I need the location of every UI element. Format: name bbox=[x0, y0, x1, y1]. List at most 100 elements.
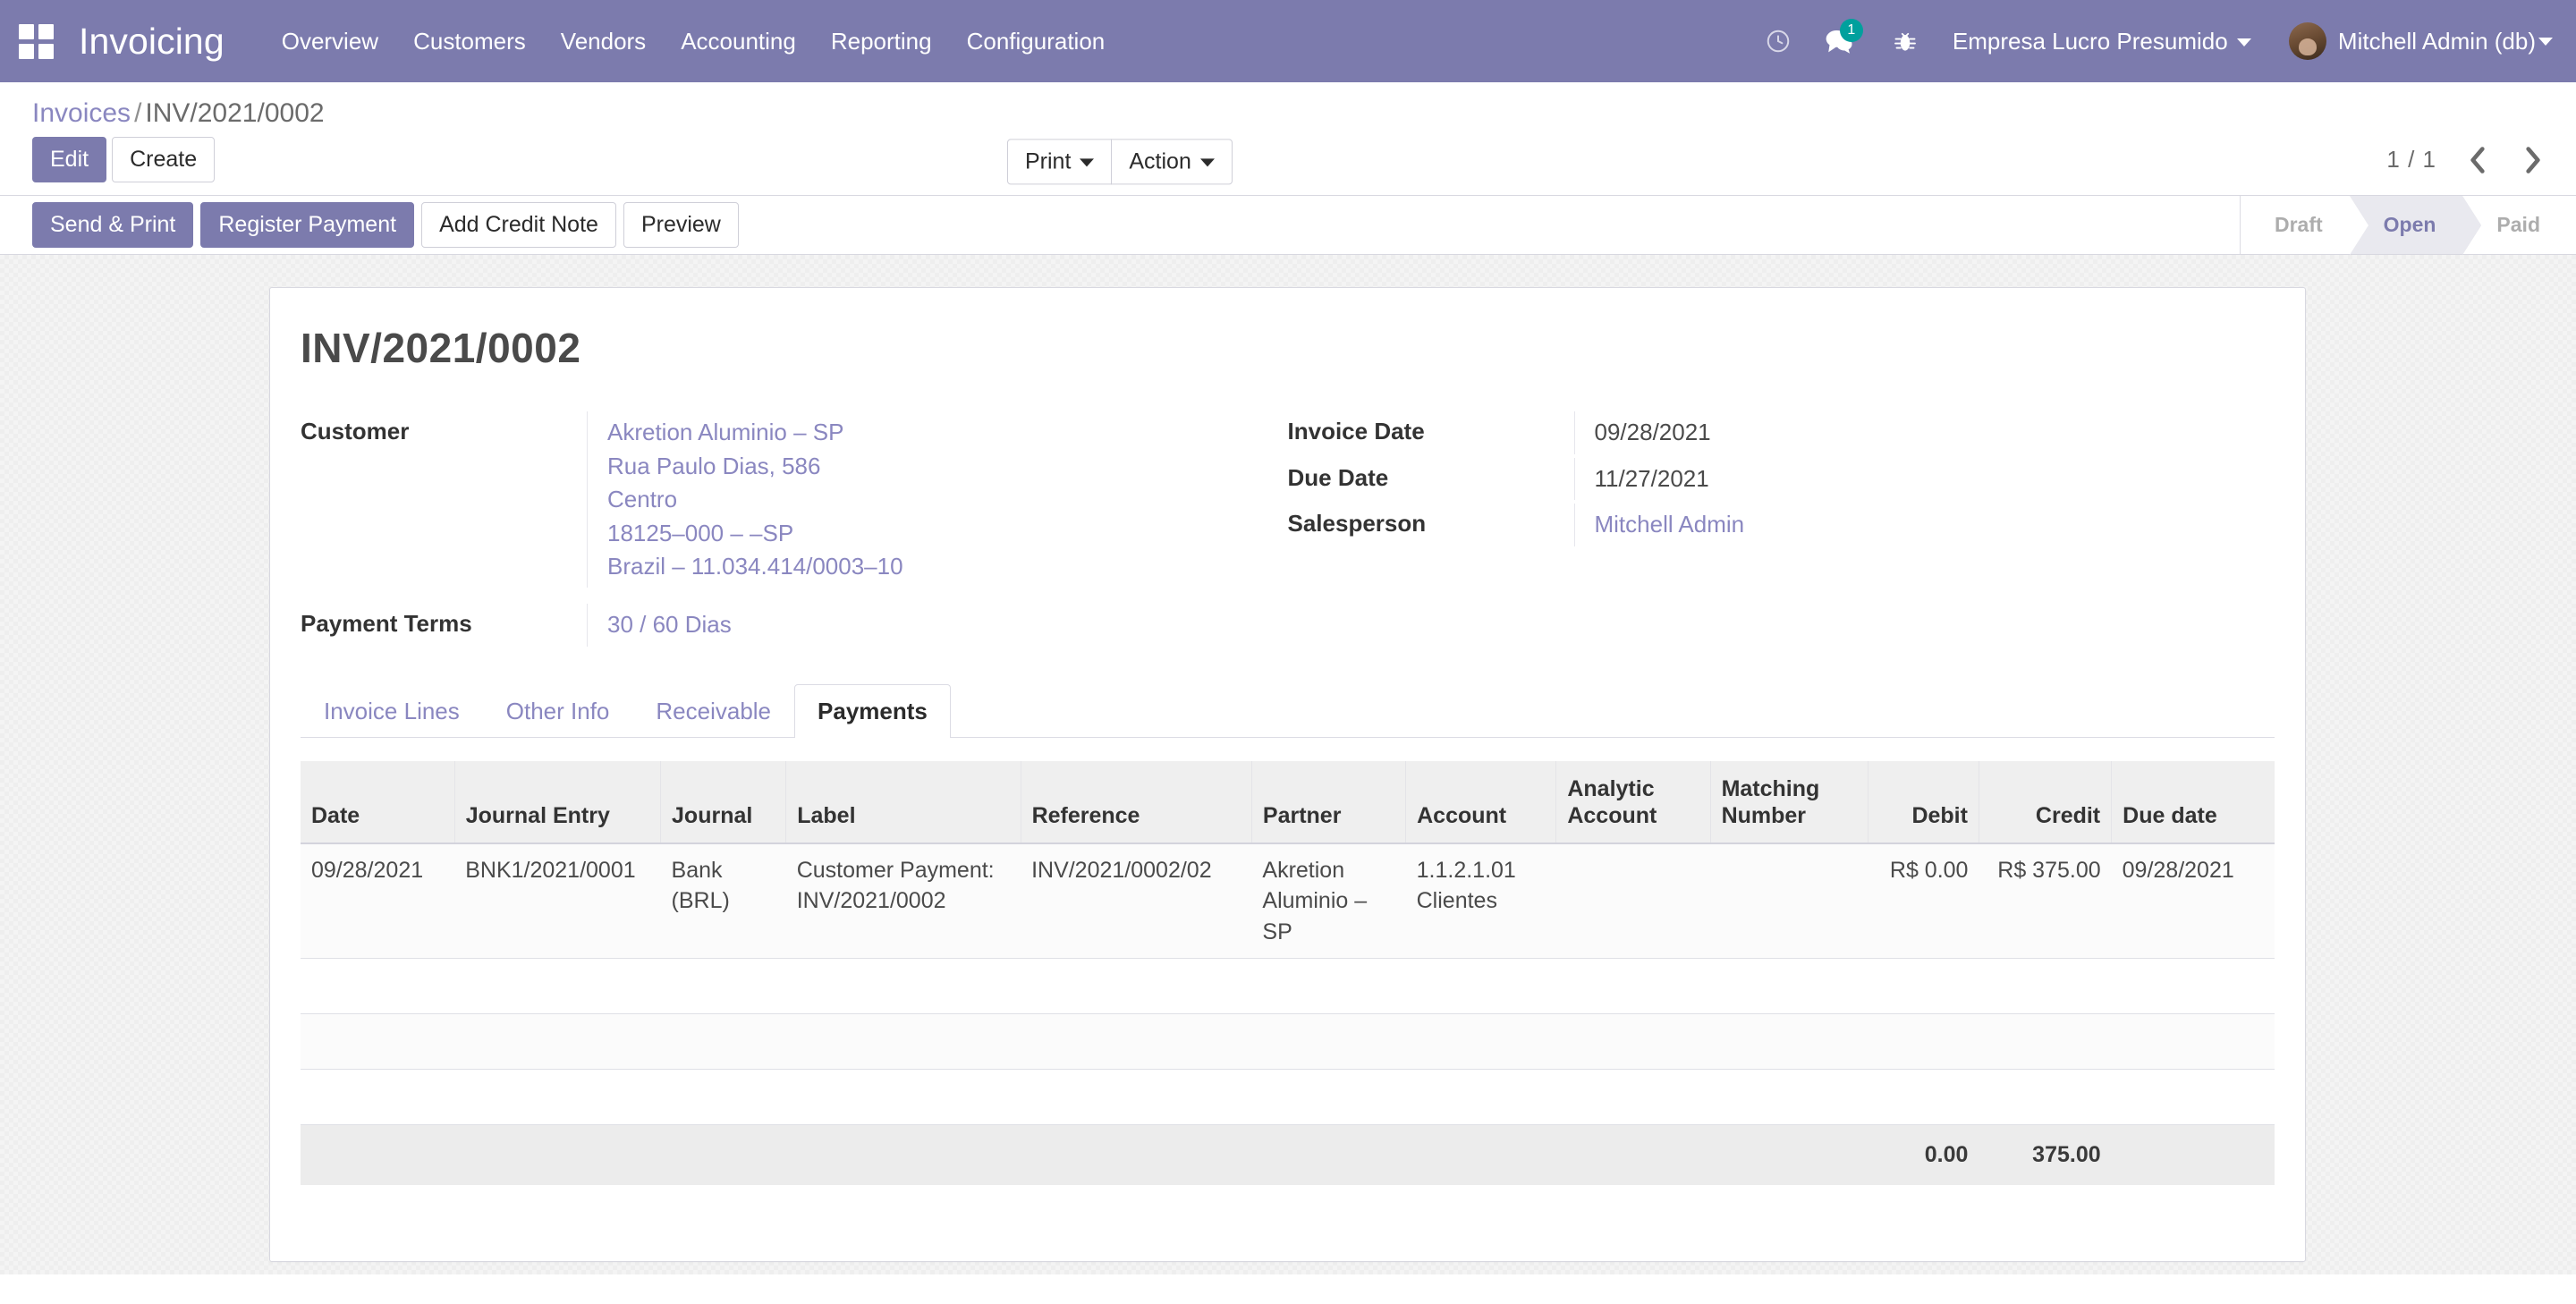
preview-button[interactable]: Preview bbox=[623, 202, 739, 249]
print-dropdown-button[interactable]: Print bbox=[1007, 139, 1113, 185]
col-header-journal[interactable]: Journal bbox=[660, 760, 787, 844]
col-header-debit[interactable]: Debit bbox=[1868, 760, 1979, 844]
field-salesperson-label: Salesperson bbox=[1287, 510, 1427, 538]
add-credit-note-button[interactable]: Add Credit Note bbox=[421, 202, 616, 249]
field-due-date-value: 11/27/2021 bbox=[1573, 457, 2275, 501]
menu-item-overview[interactable]: Overview bbox=[280, 22, 380, 61]
menu-item-reporting[interactable]: Reporting bbox=[829, 22, 934, 61]
table-totals-row: 0.00 375.00 bbox=[301, 1124, 2275, 1185]
app-brand-title: Invoicing bbox=[79, 20, 225, 62]
chevron-left-icon[interactable] bbox=[2458, 140, 2497, 180]
customer-line-zip-state: 18125–000 – –SP bbox=[607, 519, 794, 546]
cell-due-date: 09/28/2021 bbox=[2111, 843, 2275, 960]
tab-receivable[interactable]: Receivable bbox=[632, 684, 794, 738]
invoice-sheet: INV/2021/0002 Customer Akretion Aluminio… bbox=[269, 287, 2306, 1263]
field-salesperson-value[interactable]: Mitchell Admin bbox=[1573, 504, 2275, 546]
control-panel: Invoices / INV/2021/0002 Edit Create Print… bbox=[0, 82, 2576, 197]
col-header-date[interactable]: Date bbox=[301, 760, 455, 844]
menu-item-customers[interactable]: Customers bbox=[411, 22, 528, 61]
header-field-groups: Customer Akretion Aluminio – SP Rua Paul… bbox=[301, 411, 2275, 650]
print-label: Print bbox=[1025, 148, 1072, 174]
header-left-group: Customer Akretion Aluminio – SP Rua Paul… bbox=[301, 411, 1288, 650]
action-dropdown-button[interactable]: Action bbox=[1111, 139, 1233, 185]
col-header-label[interactable]: Label bbox=[785, 760, 1021, 844]
empty-row bbox=[301, 1069, 2275, 1126]
main-menu: Overview Customers Vendors Accounting Re… bbox=[280, 22, 1107, 61]
field-due-date-label: Due Date bbox=[1287, 463, 1389, 491]
payments-list-container: Date Journal Entry Journal Label Referen… bbox=[301, 760, 2275, 1185]
send-and-print-button[interactable]: Send & Print bbox=[32, 202, 194, 249]
col-header-account[interactable]: Account bbox=[1405, 760, 1557, 844]
field-customer: Customer Akretion Aluminio – SP Rua Paul… bbox=[301, 411, 1288, 588]
notebook-tabs: Invoice Lines Other Info Receivable Paym… bbox=[301, 683, 2275, 738]
cell-journal-entry: BNK1/2021/0001 bbox=[454, 843, 661, 960]
tab-other-info[interactable]: Other Info bbox=[483, 684, 633, 738]
register-payment-button[interactable]: Register Payment bbox=[200, 202, 415, 249]
col-header-due-date[interactable]: Due date bbox=[2111, 760, 2275, 844]
col-header-matching-number[interactable]: Matching Number bbox=[1710, 760, 1868, 844]
chevron-down-icon bbox=[1199, 157, 1215, 166]
field-invoice-date: Invoice Date 09/28/2021 bbox=[1287, 411, 2275, 454]
chat-bubble-icon[interactable]: 1 bbox=[1815, 17, 1863, 65]
user-avatar bbox=[2288, 22, 2326, 60]
chevron-down-icon bbox=[2236, 38, 2251, 47]
table-row[interactable]: 09/28/2021 BNK1/2021/0001 Bank (BRL) Cus… bbox=[301, 843, 2275, 960]
user-menu[interactable]: Mitchell Admin (db) bbox=[2288, 22, 2553, 60]
bug-icon[interactable] bbox=[1881, 17, 1929, 65]
invoice-notebook: Invoice Lines Other Info Receivable Paym… bbox=[301, 683, 2275, 1185]
cell-debit: R$ 0.00 bbox=[1868, 843, 1979, 960]
chevron-down-icon bbox=[2538, 37, 2553, 46]
field-payment-terms-label: Payment Terms bbox=[301, 610, 472, 638]
tab-payments[interactable]: Payments bbox=[794, 683, 951, 738]
field-invoice-date-label: Invoice Date bbox=[1287, 418, 1425, 445]
field-payment-terms-value[interactable]: 30 / 60 Dias bbox=[587, 604, 1288, 647]
company-switcher[interactable]: Empresa Lucro Presumido bbox=[1953, 28, 2251, 55]
cell-date: 09/28/2021 bbox=[301, 843, 455, 960]
edit-create-group: Edit Create bbox=[32, 137, 216, 183]
field-customer-value[interactable]: Akretion Aluminio – SP Rua Paulo Dias, 5… bbox=[587, 411, 1288, 588]
edit-button[interactable]: Edit bbox=[32, 137, 107, 183]
col-header-reference[interactable]: Reference bbox=[1021, 760, 1252, 844]
tab-invoice-lines[interactable]: Invoice Lines bbox=[301, 684, 483, 738]
page-title: INV/2021/0002 bbox=[301, 325, 581, 372]
menu-item-accounting[interactable]: Accounting bbox=[679, 22, 798, 61]
apps-grid-icon[interactable] bbox=[16, 21, 55, 61]
breadcrumb-invoices-link[interactable]: Invoices bbox=[32, 98, 131, 128]
status-draft[interactable]: Draft bbox=[2240, 196, 2368, 256]
total-debit: 0.00 bbox=[1868, 1124, 1979, 1185]
customer-line-street: Rua Paulo Dias, 586 bbox=[607, 452, 821, 479]
action-label: Action bbox=[1129, 148, 1191, 174]
messages-count-badge: 1 bbox=[1839, 19, 1863, 42]
top-navbar: Invoicing Overview Customers Vendors Acc… bbox=[0, 0, 2576, 82]
menu-item-configuration[interactable]: Configuration bbox=[965, 22, 1107, 61]
field-customer-label: Customer bbox=[301, 418, 410, 445]
status-open-label: Open bbox=[2383, 213, 2436, 237]
cell-matching-number bbox=[1710, 843, 1868, 960]
empty-row bbox=[301, 1013, 2275, 1071]
cell-reference: INV/2021/0002/02 bbox=[1021, 843, 1252, 960]
record-pager: 1 / 1 bbox=[2386, 140, 2553, 180]
pager-value: 1 / 1 bbox=[2386, 146, 2436, 174]
col-header-analytic-account[interactable]: Analytic Account bbox=[1555, 760, 1711, 844]
user-name-label: Mitchell Admin (db) bbox=[2337, 27, 2536, 55]
cell-partner: Akretion Aluminio – SP bbox=[1251, 843, 1406, 960]
clock-activity-icon[interactable] bbox=[1754, 17, 1802, 65]
col-header-credit[interactable]: Credit bbox=[1979, 760, 2113, 844]
total-credit: 375.00 bbox=[1979, 1124, 2112, 1185]
col-header-journal-entry[interactable]: Journal Entry bbox=[454, 760, 662, 844]
status-paid-label: Paid bbox=[2496, 213, 2540, 237]
field-salesperson: Salesperson Mitchell Admin bbox=[1288, 504, 2275, 546]
breadcrumb-separator: / bbox=[134, 98, 142, 128]
chevron-right-icon[interactable] bbox=[2513, 140, 2553, 180]
cell-label: Customer Payment: INV/2021/0002 bbox=[785, 843, 1021, 960]
breadcrumb-current: INV/2021/0002 bbox=[145, 98, 325, 128]
navbar-right-tools: 1 Empresa Lucro Presumido Mitchell Admin… bbox=[1754, 17, 2553, 65]
menu-item-vendors[interactable]: Vendors bbox=[559, 22, 648, 61]
cell-account: 1.1.2.1.01 Clientes bbox=[1405, 843, 1556, 960]
form-view-background: INV/2021/0002 Customer Akretion Aluminio… bbox=[0, 255, 2576, 1275]
payments-table: Date Journal Entry Journal Label Referen… bbox=[301, 760, 2275, 1185]
statusbar-row: Send & Print Register Payment Add Credit… bbox=[0, 196, 2576, 256]
cell-analytic-account bbox=[1555, 843, 1711, 960]
create-button[interactable]: Create bbox=[112, 137, 216, 183]
col-header-partner[interactable]: Partner bbox=[1251, 760, 1407, 844]
